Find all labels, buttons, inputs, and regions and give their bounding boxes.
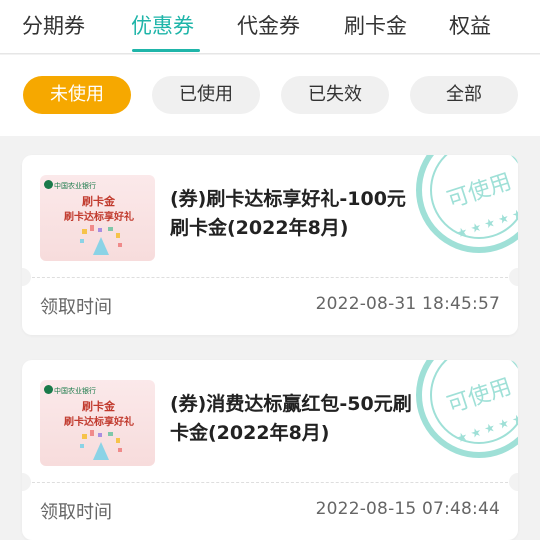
- tab-card-bonus[interactable]: 刷卡金: [344, 10, 407, 40]
- filter-used[interactable]: 已使用: [152, 76, 260, 114]
- tab-benefits[interactable]: 权益: [449, 10, 491, 40]
- tab-cash-vouchers[interactable]: 代金券: [237, 10, 300, 40]
- coupon-card-body: 中国农业银行 刷卡金 刷卡达标享好礼 (券)刷卡达标享好礼-100元刷卡金(20…: [22, 155, 518, 277]
- thumbnail-headline: 刷卡金: [82, 195, 115, 208]
- thumbnail-subline: 刷卡达标享好礼: [64, 417, 134, 428]
- coupon-title: (券)刷卡达标享好礼-100元刷卡金(2022年8月): [170, 188, 406, 239]
- receive-time-label: 领取时间: [40, 297, 112, 318]
- confetti-icon: [80, 430, 122, 460]
- confetti-icon: [80, 225, 122, 255]
- bank-name: 中国农业银行: [54, 182, 96, 190]
- filter-expired[interactable]: 已失效: [281, 76, 389, 114]
- thumbnail-subline: 刷卡达标享好礼: [64, 212, 134, 223]
- stamp-text: 可使用: [444, 169, 515, 213]
- bank-logo-icon: [44, 180, 53, 189]
- receive-time-value: 2022-08-31 18:45:57: [315, 294, 500, 314]
- svg-text:★ ★ ★ ★ ★: ★ ★ ★ ★ ★: [455, 411, 518, 446]
- filter-unused[interactable]: 未使用: [23, 76, 131, 114]
- coupon-card-footer: 领取时间 2022-08-15 07:48:44: [22, 482, 518, 540]
- bank-logo-icon: [44, 385, 53, 394]
- coupon-card[interactable]: 中国农业银行 刷卡金 刷卡达标享好礼 (券)消费达标赢红包-50元刷卡金(202…: [22, 360, 518, 540]
- coupon-card[interactable]: 中国农业银行 刷卡金 刷卡达标享好礼 (券)刷卡达标享好礼-100元刷卡金(20…: [22, 155, 518, 335]
- coupon-thumbnail: 中国农业银行 刷卡金 刷卡达标享好礼: [40, 380, 155, 466]
- coupon-thumbnail: 中国农业银行 刷卡金 刷卡达标享好礼: [40, 175, 155, 261]
- coupon-card-footer: 领取时间 2022-08-31 18:45:57: [22, 277, 518, 335]
- thumbnail-headline: 刷卡金: [82, 400, 115, 413]
- tab-discount-coupons[interactable]: 优惠券: [131, 10, 194, 40]
- coupon-title: (券)消费达标赢红包-50元刷卡金(2022年8月): [170, 393, 412, 444]
- coupon-card-body: 中国农业银行 刷卡金 刷卡达标享好礼 (券)消费达标赢红包-50元刷卡金(202…: [22, 360, 518, 482]
- active-tab-indicator: [132, 49, 200, 52]
- receive-time-value: 2022-08-15 07:48:44: [315, 499, 500, 519]
- receive-time-label: 领取时间: [40, 502, 112, 523]
- stamp-text: 可使用: [444, 374, 515, 418]
- available-stamp-icon: 可使用 ★ ★ ★ ★ ★: [416, 360, 518, 458]
- svg-text:★ ★ ★ ★ ★: ★ ★ ★ ★ ★: [455, 206, 518, 241]
- tab-installment-coupons[interactable]: 分期券: [22, 10, 85, 40]
- status-filter-bar: 未使用 已使用 已失效 全部: [0, 55, 540, 136]
- filter-all[interactable]: 全部: [410, 76, 518, 114]
- available-stamp-icon: 可使用 ★ ★ ★ ★ ★: [416, 155, 518, 253]
- top-tab-bar: 分期券 优惠券 代金券 刷卡金 权益: [0, 0, 540, 54]
- bank-name: 中国农业银行: [54, 387, 96, 395]
